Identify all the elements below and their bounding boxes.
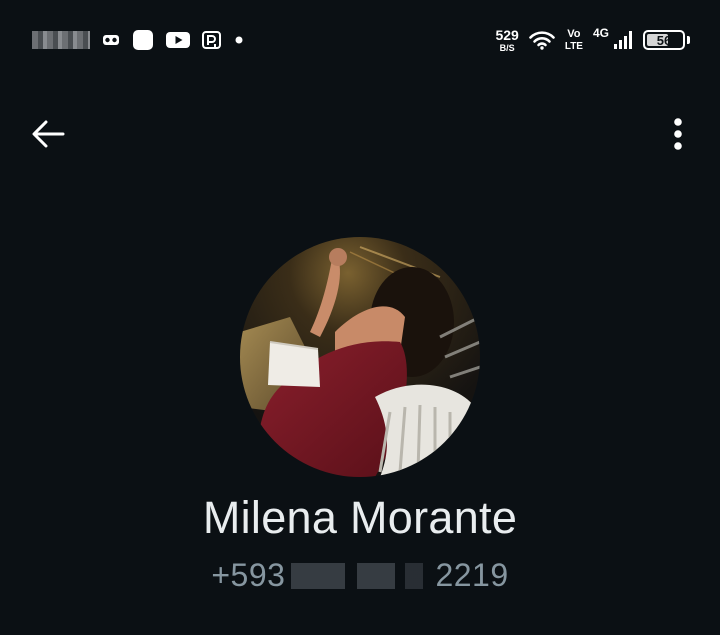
- profile-photo[interactable]: [240, 237, 480, 477]
- volte-bottom-label: LTE: [564, 40, 583, 52]
- status-bar-left: [32, 28, 244, 52]
- battery-cap: [687, 36, 690, 44]
- notification-dot-icon: [234, 35, 244, 45]
- contact-name: Milena Morante: [202, 492, 518, 543]
- wifi-icon: [529, 30, 555, 50]
- battery-icon: 56: [643, 30, 685, 50]
- network-type-label: 4G: [592, 26, 609, 40]
- phone-suffix: 2219: [435, 557, 509, 593]
- back-button[interactable]: [24, 114, 72, 158]
- network-speed-unit: B/S: [499, 42, 515, 53]
- volte-indicator: Vo LTE: [564, 27, 583, 52]
- contact-info-screen: 529 B/S Vo LTE 4G 56 Milena Morante +593…: [0, 0, 720, 635]
- youtube-icon: [166, 31, 190, 49]
- app-notification-icon: [132, 29, 154, 51]
- phone-prefix: +593: [211, 557, 286, 593]
- vr-headset-icon: [102, 34, 120, 46]
- signal-strength-icon: [613, 30, 633, 50]
- more-vertical-icon: [673, 117, 683, 156]
- arrow-left-icon: [31, 119, 65, 154]
- volte-top-label: Vo: [567, 27, 581, 40]
- more-options-button[interactable]: [658, 112, 698, 160]
- battery-level: 56: [656, 32, 672, 48]
- status-bar: 529 B/S Vo LTE 4G 56: [0, 0, 720, 80]
- parking-app-icon: [202, 30, 222, 50]
- phone-redacted-block: [285, 563, 436, 589]
- network-speed-value: 529: [495, 26, 519, 43]
- clock-redacted: [32, 31, 90, 49]
- status-bar-right: 529 B/S Vo LTE 4G 56: [495, 24, 690, 56]
- network-speed: 529 B/S: [495, 28, 518, 53]
- contact-phone[interactable]: +593 2219: [0, 557, 720, 594]
